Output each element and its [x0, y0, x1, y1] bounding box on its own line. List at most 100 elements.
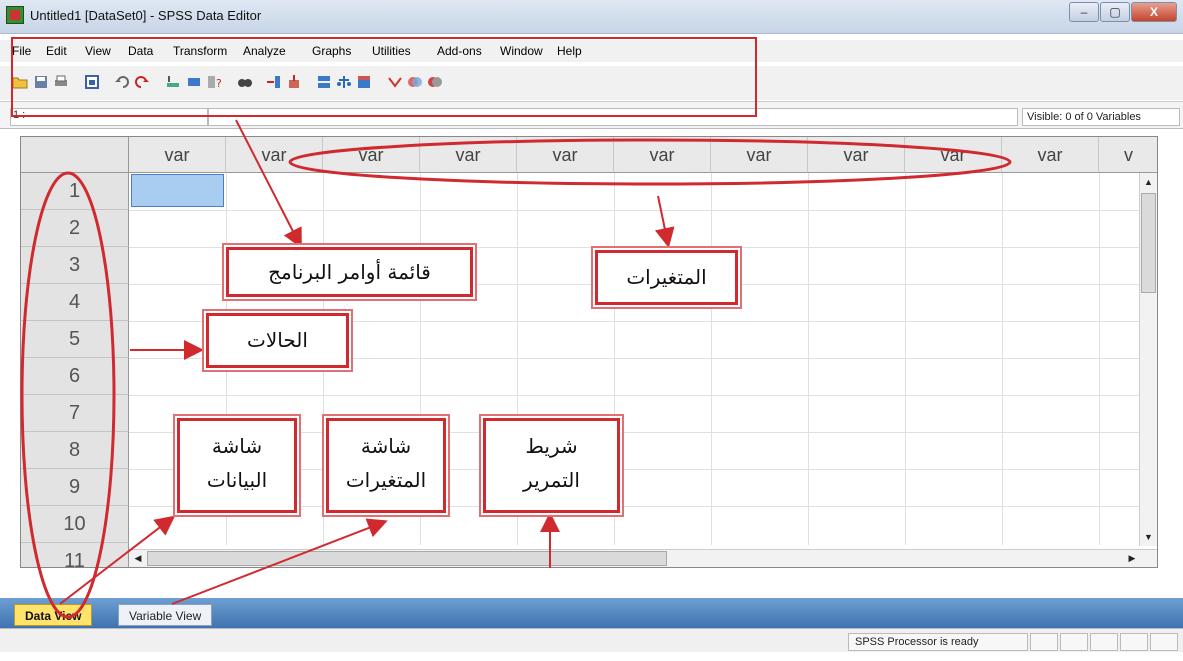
menu-analyze[interactable]: Analyze	[243, 44, 286, 58]
maximize-button[interactable]: ▢	[1100, 2, 1130, 22]
column-header[interactable]: var	[323, 137, 420, 173]
status-cell	[1060, 633, 1088, 651]
row-header[interactable]: 1	[21, 173, 129, 210]
scroll-down-arrow-icon[interactable]: ▼	[1141, 529, 1156, 545]
undo-icon[interactable]	[114, 74, 130, 90]
status-cell	[1150, 633, 1178, 651]
column-header[interactable]: var	[711, 137, 808, 173]
split-file-icon[interactable]	[316, 74, 332, 90]
column-header[interactable]: var	[905, 137, 1002, 173]
annotation-cases: الحالات	[206, 313, 349, 368]
scroll-right-arrow-icon[interactable]: ▶	[1125, 551, 1139, 566]
insert-variable-icon[interactable]	[286, 74, 302, 90]
row-header[interactable]: 2	[21, 210, 129, 247]
view-tab-strip: Data View Variable View	[0, 598, 1183, 628]
goto-case-icon[interactable]	[165, 74, 181, 90]
row-header[interactable]: 9	[21, 469, 129, 506]
visible-variables-count: Visible: 0 of 0 Variables	[1022, 108, 1180, 126]
spss-app-icon	[6, 6, 24, 24]
annotation-data-screen-line1: شاشة	[211, 434, 263, 458]
row-header[interactable]: 8	[21, 432, 129, 469]
annotation-scrollbar: شريط التمرير	[483, 418, 620, 513]
cell-value-input[interactable]	[208, 108, 1018, 126]
menu-edit[interactable]: Edit	[46, 44, 67, 58]
row-header[interactable]: 6	[21, 358, 129, 395]
minimize-button[interactable]: –	[1069, 2, 1099, 22]
menu-data[interactable]: Data	[128, 44, 153, 58]
status-bar: SPSS Processor is ready	[0, 628, 1183, 652]
svg-text:?: ?	[216, 77, 222, 90]
tab-variable-view[interactable]: Variable View	[118, 604, 213, 626]
processor-status: SPSS Processor is ready	[848, 633, 1028, 651]
column-header[interactable]: var	[129, 137, 226, 173]
status-cell	[1090, 633, 1118, 651]
menu-view[interactable]: View	[85, 44, 111, 58]
column-header[interactable]: var	[226, 137, 323, 173]
grid-line	[905, 173, 906, 545]
goto-variable-icon[interactable]	[186, 74, 202, 90]
horizontal-scroll-thumb[interactable]	[147, 551, 667, 566]
print-icon[interactable]	[53, 74, 69, 90]
annotation-variables-screen-line1: شاشة	[360, 434, 412, 458]
column-header[interactable]: var	[420, 137, 517, 173]
weight-cases-icon[interactable]	[336, 74, 352, 90]
variables-icon[interactable]: ?	[206, 74, 222, 90]
row-header[interactable]: 3	[21, 247, 129, 284]
grid-corner[interactable]	[21, 137, 129, 173]
annotation-variables-screen: شاشة المتغيرات	[326, 418, 446, 513]
open-icon[interactable]	[12, 74, 28, 90]
status-cell	[1030, 633, 1058, 651]
annotation-variables: المتغيرات	[595, 250, 738, 305]
insert-cases-icon[interactable]	[266, 74, 282, 90]
use-sets-icon[interactable]	[407, 74, 423, 90]
selected-cell[interactable]	[131, 174, 224, 207]
title-bar: Untitled1 [DataSet0] - SPSS Data Editor …	[0, 0, 1183, 34]
close-button[interactable]: X	[1131, 2, 1177, 22]
annotation-data-screen: شاشة البيانات	[177, 418, 297, 513]
column-header[interactable]: var	[1002, 137, 1099, 173]
window-title: Untitled1 [DataSet0] - SPSS Data Editor	[30, 8, 262, 23]
vertical-scroll-thumb[interactable]	[1141, 193, 1156, 293]
annotation-scrollbar-line2: التمرير	[523, 468, 580, 492]
tab-data-view[interactable]: Data View	[14, 604, 93, 626]
row-header[interactable]: 10	[21, 506, 129, 543]
row-header[interactable]: 4	[21, 284, 129, 321]
column-header[interactable]: var	[614, 137, 711, 173]
column-header[interactable]: v	[1099, 137, 1157, 173]
toolbar: ?	[0, 66, 1183, 100]
menu-bar: File Edit View Data Transform Analyze Gr…	[0, 40, 1183, 62]
cell-reference: 1 :	[10, 108, 208, 126]
save-icon[interactable]	[33, 74, 49, 90]
menu-file[interactable]: File	[12, 44, 31, 58]
show-all-icon[interactable]	[427, 74, 443, 90]
row-header[interactable]: 5	[21, 321, 129, 358]
scroll-up-arrow-icon[interactable]: ▲	[1141, 174, 1156, 190]
row-header[interactable]: 7	[21, 395, 129, 432]
grid-line	[1002, 173, 1003, 545]
menu-graphs[interactable]: Graphs	[312, 44, 351, 58]
scroll-left-arrow-icon[interactable]: ◀	[131, 551, 145, 566]
find-icon[interactable]	[237, 74, 253, 90]
menu-utilities[interactable]: Utilities	[372, 44, 411, 58]
value-labels-icon[interactable]	[387, 74, 403, 90]
grid-line	[129, 395, 1139, 396]
column-header[interactable]: var	[808, 137, 905, 173]
annotation-scrollbar-line1: شريط	[525, 434, 578, 458]
status-cell	[1120, 633, 1148, 651]
cell-editor-bar: 1 : Visible: 0 of 0 Variables	[0, 101, 1183, 129]
column-header[interactable]: var	[517, 137, 614, 173]
redo-icon[interactable]	[134, 74, 150, 90]
row-header[interactable]: 11	[21, 543, 129, 567]
menu-help[interactable]: Help	[557, 44, 582, 58]
annotation-menu-commands: قائمة أوامر البرنامج	[226, 247, 473, 297]
menu-window[interactable]: Window	[500, 44, 543, 58]
menu-add-ons[interactable]: Add-ons	[437, 44, 482, 58]
menu-transform[interactable]: Transform	[173, 44, 227, 58]
annotation-variables-screen-line2: المتغيرات	[345, 468, 427, 492]
horizontal-scrollbar[interactable]: ◀ ▶	[129, 549, 1157, 567]
grid-line	[808, 173, 809, 545]
grid-line	[1099, 173, 1100, 545]
dialog-recall-icon[interactable]	[84, 74, 100, 90]
vertical-scrollbar[interactable]: ▲ ▼	[1139, 173, 1157, 546]
select-cases-icon[interactable]	[356, 74, 372, 90]
